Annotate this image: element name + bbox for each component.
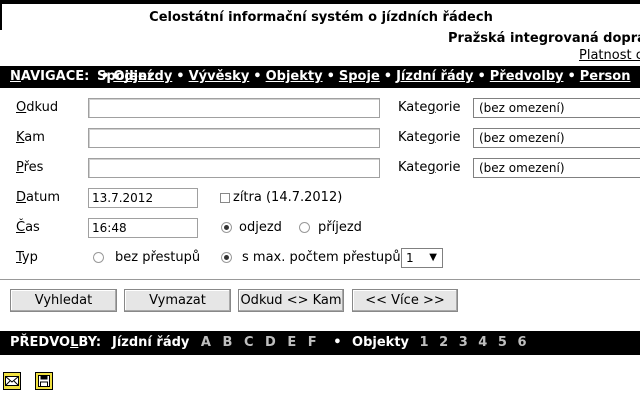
dropdown-arrow-icon: ▼ xyxy=(429,252,437,263)
max-transfer-label: s max. počtem přestupů xyxy=(242,250,401,265)
more-button[interactable]: << Více >> xyxy=(352,289,458,312)
envelope-icon-graphic xyxy=(5,376,19,386)
envelope-icon[interactable] xyxy=(3,372,21,390)
object-preset-6[interactable]: 6 xyxy=(517,335,526,350)
arrival-label: příjezd xyxy=(318,220,362,235)
validity-link[interactable]: Platnost c xyxy=(579,48,640,63)
arrival-radio[interactable] xyxy=(299,222,310,233)
no-transfer-radio[interactable] xyxy=(93,252,104,263)
date-label: Datum xyxy=(16,190,60,205)
via-input[interactable] xyxy=(88,158,380,178)
max-transfer-value: 1 xyxy=(406,251,414,265)
object-preset-4[interactable]: 4 xyxy=(478,335,487,350)
to-category-label: Kategorie xyxy=(398,130,461,145)
to-label: Kam xyxy=(16,130,45,145)
save-icon-graphic xyxy=(38,375,50,387)
tomorrow-label: zítra (14.7.2012) xyxy=(233,190,343,205)
object-preset-3[interactable]: 3 xyxy=(459,335,468,350)
navigation-label: NAVIGACE: xyxy=(10,69,90,84)
objects-label: Objekty xyxy=(352,335,410,350)
timetable-preset-b[interactable]: B xyxy=(223,335,233,350)
nav-item-person[interactable]: Person xyxy=(580,69,631,84)
from-category-label: Kategorie xyxy=(398,100,461,115)
max-transfer-radio[interactable] xyxy=(221,252,232,263)
via-category-label: Kategorie xyxy=(398,160,461,175)
type-label: Typ xyxy=(16,250,38,265)
object-preset-1[interactable]: 1 xyxy=(420,335,429,350)
to-category-select[interactable]: (bez omezení) xyxy=(473,128,640,148)
organization-name: Pražská integrovaná doprav xyxy=(448,31,640,46)
navigation-bar: NAVIGACE: Spojení • Odjezdy • Vývěsky • Objekt… xyxy=(0,66,640,88)
save-icon[interactable] xyxy=(35,372,53,390)
timetables-label: Jízdní řády xyxy=(112,335,190,350)
nav-item-predvolby[interactable]: Předvolby xyxy=(490,69,564,84)
time-label: Čas xyxy=(16,220,40,235)
tomorrow-checkbox[interactable] xyxy=(220,193,230,203)
header-bar: Celostátní informační systém o jízdních … xyxy=(0,0,640,32)
preferences-separator: • xyxy=(333,335,342,350)
nav-item-vyvesky[interactable]: Vývěsky xyxy=(189,69,250,84)
divider xyxy=(0,279,640,280)
nav-item-objekty[interactable]: Objekty xyxy=(266,69,323,84)
navigation-items: Spojení • Odjezdy • Vývěsky • Objekty • Spoje • Jí… xyxy=(97,69,631,84)
nav-item-jizdni-rady[interactable]: Jízdní řády xyxy=(396,69,473,84)
max-transfer-select[interactable]: 1 ▼ xyxy=(401,248,443,268)
timetable-preset-a[interactable]: A xyxy=(201,335,211,350)
header-title-box: Celostátní informační systém o jízdních … xyxy=(2,4,640,32)
nav-item-spoje[interactable]: Spoje xyxy=(339,69,380,84)
time-input[interactable]: 16:48 xyxy=(88,218,198,238)
timetable-preset-c[interactable]: C xyxy=(244,335,254,350)
preferences-bar: PŘEDVOLBY: Jízdní řády A B C D E F • Obj… xyxy=(0,331,640,355)
nav-item-spojeni[interactable]: Spojení xyxy=(97,69,152,84)
no-transfer-label: bez přestupů xyxy=(115,250,201,265)
from-input[interactable] xyxy=(88,98,380,118)
object-preset-2[interactable]: 2 xyxy=(439,335,448,350)
clear-button[interactable]: Vymazat xyxy=(124,289,231,312)
object-preset-5[interactable]: 5 xyxy=(498,335,507,350)
departure-radio[interactable] xyxy=(221,222,232,233)
swap-button[interactable]: Odkud <> Kam xyxy=(238,289,344,312)
departure-label: odjezd xyxy=(239,220,282,235)
preferences-label: PŘEDVOLBY: xyxy=(10,335,102,350)
preferences-content: Jízdní řády A B C D E F • Objekty 1 2 3 … xyxy=(112,335,526,350)
page-title: Celostátní informační systém o jízdních … xyxy=(149,10,493,25)
timetable-preset-d[interactable]: D xyxy=(265,335,276,350)
from-label: Odkud xyxy=(16,100,59,115)
date-input[interactable]: 13.7.2012 xyxy=(88,188,198,208)
timetable-preset-f[interactable]: F xyxy=(308,335,317,350)
via-category-select[interactable]: (bez omezení) xyxy=(473,158,640,178)
from-category-select[interactable]: (bez omezení) xyxy=(473,98,640,118)
to-input[interactable] xyxy=(88,128,380,148)
timetable-preset-e[interactable]: E xyxy=(287,335,296,350)
search-button[interactable]: Vyhledat xyxy=(10,289,117,312)
via-label: Přes xyxy=(16,160,44,175)
